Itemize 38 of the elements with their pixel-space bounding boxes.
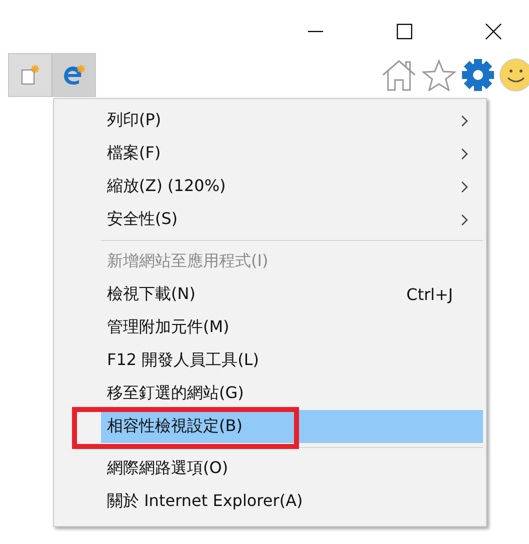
- menu-item-label: 縮放(Z) (120%): [107, 176, 226, 197]
- menu-item[interactable]: 安全性(S): [101, 203, 483, 236]
- menu-item[interactable]: 相容性檢視設定(B): [101, 410, 483, 443]
- menu-item[interactable]: 縮放(Z) (120%): [101, 170, 483, 203]
- menu-item[interactable]: 移至釘選的網站(G): [101, 377, 483, 410]
- chevron-icon: [461, 214, 469, 226]
- menu-item-label: 網際網路選項(O): [107, 458, 228, 479]
- menu-item[interactable]: 列印(P): [101, 104, 483, 137]
- chevron-icon: [461, 114, 469, 126]
- star-icon[interactable]: [421, 59, 457, 91]
- close-button[interactable]: [484, 22, 503, 41]
- menu-item-label: 移至釘選的網站(G): [107, 383, 244, 404]
- menu-item[interactable]: 關於 Internet Explorer(A): [101, 485, 483, 518]
- new-tab-button[interactable]: [8, 53, 52, 97]
- menu-item-label: F12 開發人員工具(L): [107, 350, 260, 371]
- menu-item-label: 安全性(S): [107, 209, 178, 230]
- browser-tab[interactable]: [52, 53, 96, 97]
- menu-item[interactable]: F12 開發人員工具(L): [101, 344, 483, 377]
- chevron-icon: [461, 148, 469, 160]
- menu-item[interactable]: 檔案(F): [101, 137, 483, 170]
- shortcut-label: Ctrl+J: [406, 285, 453, 304]
- settings-icon[interactable]: [461, 58, 495, 92]
- browser-e-icon: [62, 64, 86, 86]
- smiley-icon[interactable]: [499, 58, 529, 92]
- home-icon[interactable]: [381, 59, 417, 91]
- menu-item-label: 相容性檢視設定(B): [107, 416, 242, 437]
- new-page-icon: [20, 64, 40, 86]
- menu-item[interactable]: 網際網路選項(O): [101, 452, 483, 485]
- chevron-icon: [461, 180, 469, 192]
- menu-item-label: 列印(P): [107, 110, 162, 131]
- menu-item-label: 檔案(F): [107, 143, 161, 164]
- menu-item-label: 檢視下載(N): [107, 284, 196, 305]
- menu-item-label: 新增網站至應用程式(I): [107, 251, 268, 272]
- menu-item[interactable]: 管理附加元件(M): [101, 311, 483, 344]
- menu-item-label: 關於 Internet Explorer(A): [107, 491, 303, 512]
- menu-item[interactable]: 檢視下載(N) Ctrl+J: [101, 278, 483, 311]
- menu-item-label: 管理附加元件(M): [107, 317, 230, 338]
- maximize-button[interactable]: [395, 22, 414, 41]
